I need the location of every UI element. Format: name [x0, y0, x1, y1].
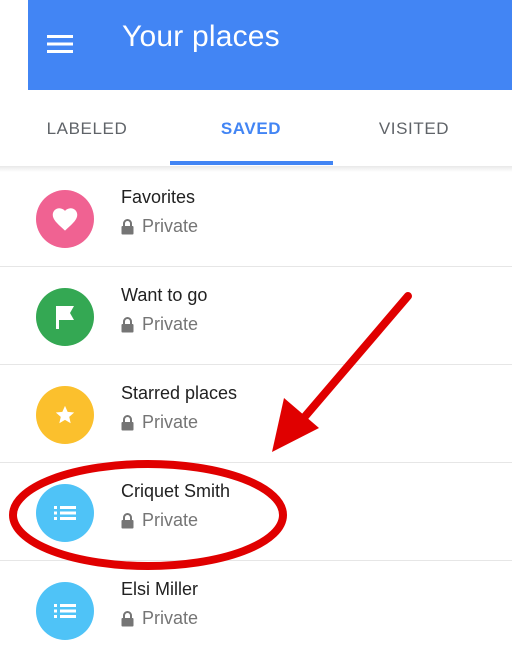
- list-item-criquet-smith[interactable]: Criquet Smith Private: [0, 462, 512, 561]
- list-avatar: [36, 190, 94, 248]
- list-avatar: [36, 288, 94, 346]
- page-title: Your places: [122, 20, 280, 53]
- tab-saved[interactable]: SAVED: [221, 119, 281, 139]
- list-privacy: Private: [121, 510, 198, 531]
- privacy-label: Private: [142, 216, 199, 236]
- list-avatar: [36, 386, 94, 444]
- list-avatar: [36, 582, 94, 640]
- star-icon: [55, 405, 75, 424]
- list-privacy: Private: [121, 608, 198, 629]
- list-name: Criquet Smith: [121, 481, 231, 501]
- list-item-favorites[interactable]: Favorites Private: [0, 168, 512, 267]
- list-item-want-to-go[interactable]: Want to go Private: [0, 266, 512, 365]
- list-icon: [54, 506, 76, 520]
- app-header: Your places: [28, 0, 512, 90]
- list-name: Favorites: [121, 187, 196, 207]
- privacy-label: Private: [142, 510, 199, 530]
- list-privacy: Private: [121, 216, 198, 237]
- list-avatar: [36, 484, 94, 542]
- privacy-label: Private: [142, 608, 199, 628]
- active-tab-indicator: [170, 161, 333, 165]
- lock-icon: [121, 512, 134, 529]
- list-item-starred-places[interactable]: Starred places Private: [0, 364, 512, 463]
- lock-icon: [121, 218, 134, 235]
- tab-visited[interactable]: VISITED: [379, 119, 449, 139]
- tab-labeled[interactable]: LABELED: [47, 119, 128, 139]
- list-privacy: Private: [121, 412, 198, 433]
- menu-button[interactable]: [46, 30, 74, 58]
- list-name: Elsi Miller: [121, 579, 199, 599]
- heart-icon: [52, 208, 78, 231]
- lock-icon: [121, 316, 134, 333]
- list-name: Starred places: [121, 383, 238, 403]
- list-privacy: Private: [121, 314, 198, 335]
- list-icon: [54, 604, 76, 618]
- lock-icon: [121, 610, 134, 627]
- privacy-label: Private: [142, 314, 199, 334]
- privacy-label: Private: [142, 412, 199, 432]
- flag-icon: [56, 306, 74, 329]
- lock-icon: [121, 414, 134, 431]
- list-item-elsi-miller[interactable]: Elsi Miller Private: [0, 560, 512, 658]
- list-name: Want to go: [121, 285, 208, 305]
- hamburger-menu-icon: [47, 35, 73, 53]
